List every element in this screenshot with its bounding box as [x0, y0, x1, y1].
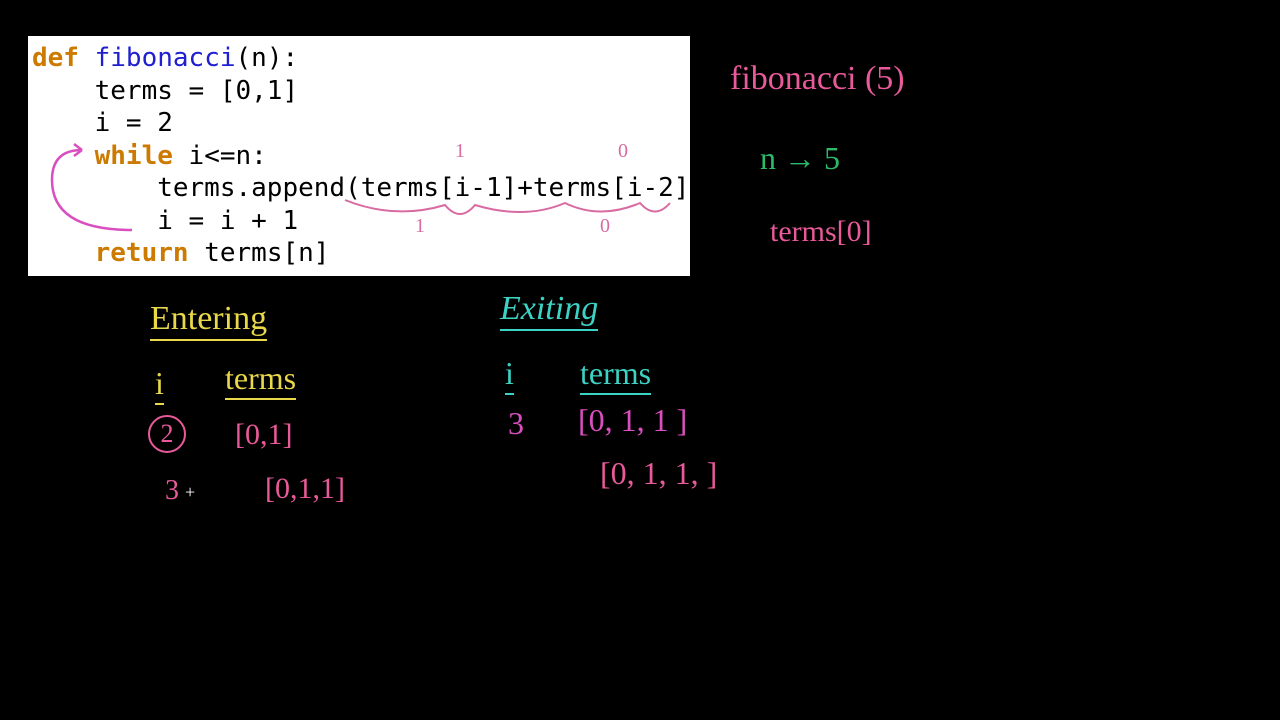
entering-title: Entering [150, 300, 267, 341]
n-binding: n → 5 [760, 140, 840, 177]
brace-underline [340, 195, 680, 235]
exiting-col-terms: terms [580, 355, 651, 395]
call-expr: fibonacci (5) [730, 60, 905, 98]
exiting-row1-i: 3 [508, 405, 524, 442]
code-line-3: i = 2 [32, 107, 682, 140]
loop-arrow-icon [42, 140, 142, 250]
exiting-title: Exiting [500, 290, 598, 331]
entering-col-i: i [155, 365, 164, 405]
entering-row2-terms: [0,1,1] [265, 472, 345, 506]
exiting-row1-terms: [0, 1, 1 ] [578, 402, 687, 439]
entering-row1-terms: [0,1] [235, 418, 292, 452]
exiting-row2-terms: [0, 1, 1, ] [600, 455, 717, 492]
annot-value0-under: 0 [600, 215, 610, 238]
code-line-2: terms = [0,1] [32, 75, 682, 108]
annot-index0-over: 0 [618, 140, 628, 163]
terms-index-expr: terms[0] [770, 215, 872, 249]
entering-col-terms: terms [225, 360, 296, 400]
annot-index1-over: 1 [455, 140, 465, 163]
entering-row2-i: 3 [165, 475, 179, 507]
code-line-1: def fibonacci(n): [32, 42, 682, 75]
exiting-col-i: i [505, 355, 514, 395]
cursor-icon: + [185, 482, 195, 503]
annot-value1-under: 1 [415, 215, 425, 238]
entering-row1-i: 2 [148, 415, 186, 453]
